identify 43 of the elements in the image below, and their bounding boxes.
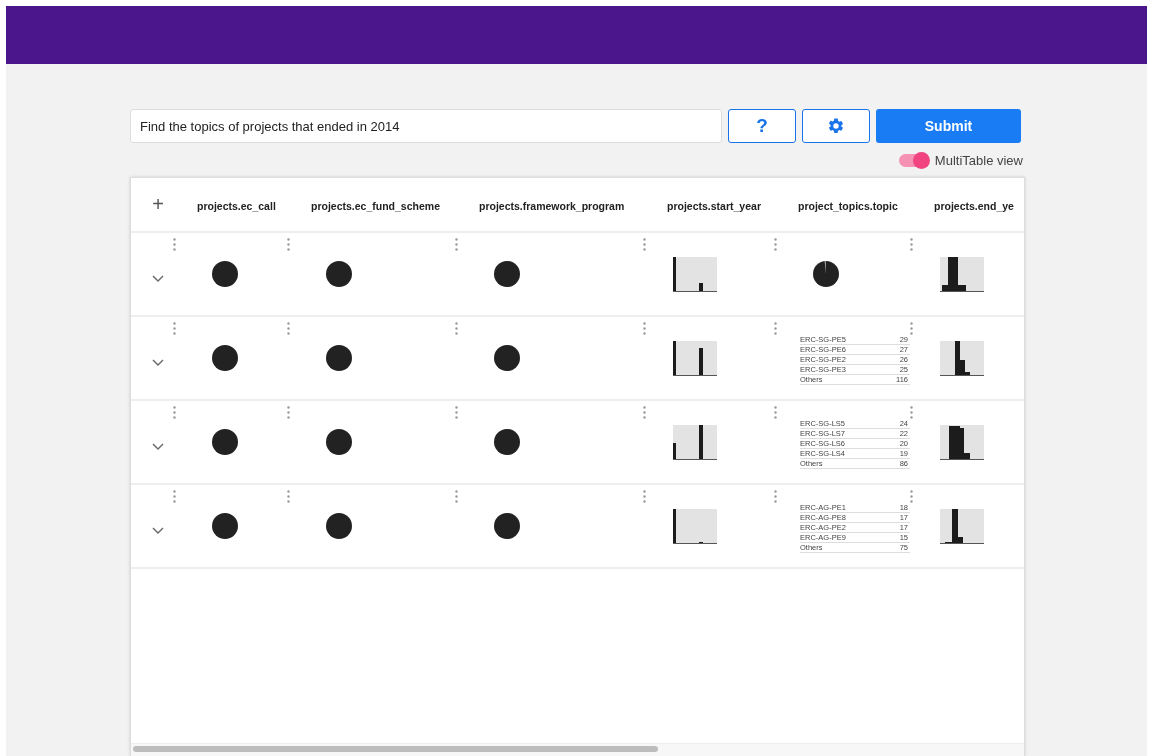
toggle-switch[interactable] bbox=[898, 153, 929, 167]
kebab-icon[interactable] bbox=[910, 490, 913, 503]
column-header[interactable]: projects.ec_call bbox=[197, 199, 276, 212]
kebab-icon[interactable] bbox=[173, 406, 176, 419]
kebab-icon[interactable] bbox=[287, 490, 290, 503]
kebab-icon[interactable] bbox=[455, 490, 458, 503]
kebab-icon[interactable] bbox=[287, 238, 290, 251]
kebab-icon[interactable] bbox=[774, 238, 777, 251]
column-header[interactable]: projects.framework_program bbox=[479, 199, 625, 212]
query-field[interactable]: Find the topics of projects that ended in 2014 bbox=[130, 109, 722, 143]
kebab-icon[interactable] bbox=[643, 238, 646, 251]
kebab-icon[interactable] bbox=[643, 406, 646, 419]
column-header[interactable]: projects.end_ye bbox=[934, 199, 1014, 212]
scrollbar[interactable] bbox=[133, 746, 658, 752]
kebab-icon[interactable] bbox=[910, 322, 913, 335]
kebab-icon[interactable] bbox=[287, 406, 290, 419]
column-header[interactable]: projects.ec_fund_scheme bbox=[311, 199, 440, 212]
submit-button[interactable]: Submit bbox=[876, 109, 1021, 143]
kebab-icon[interactable] bbox=[173, 490, 176, 503]
kebab-icon[interactable] bbox=[643, 490, 646, 503]
toggle-label: MultiTable view bbox=[934, 152, 1023, 168]
kebab-icon[interactable] bbox=[455, 238, 458, 251]
kebab-icon[interactable] bbox=[173, 238, 176, 251]
column-header[interactable]: projects.start_year bbox=[667, 199, 761, 212]
kebab-icon[interactable] bbox=[643, 322, 646, 335]
help-button[interactable]: ? bbox=[728, 109, 796, 143]
chevron-icon[interactable] bbox=[152, 359, 164, 367]
kebab-icon[interactable] bbox=[287, 322, 290, 335]
chevron-icon[interactable] bbox=[152, 527, 164, 535]
add-column-button[interactable]: + bbox=[152, 193, 164, 216]
column-header[interactable]: project_topics.topic bbox=[798, 199, 898, 212]
settings-icon bbox=[827, 117, 845, 135]
settings-button[interactable] bbox=[802, 109, 870, 143]
kebab-icon[interactable] bbox=[774, 322, 777, 335]
kebab-icon[interactable] bbox=[910, 238, 913, 251]
chevron-icon[interactable] bbox=[152, 275, 164, 283]
chevron-icon[interactable] bbox=[152, 443, 164, 451]
kebab-icon[interactable] bbox=[455, 322, 458, 335]
kebab-icon[interactable] bbox=[774, 490, 777, 503]
kebab-icon[interactable] bbox=[910, 406, 913, 419]
kebab-icon[interactable] bbox=[774, 406, 777, 419]
kebab-icon[interactable] bbox=[455, 406, 458, 419]
kebab-icon[interactable] bbox=[173, 322, 176, 335]
